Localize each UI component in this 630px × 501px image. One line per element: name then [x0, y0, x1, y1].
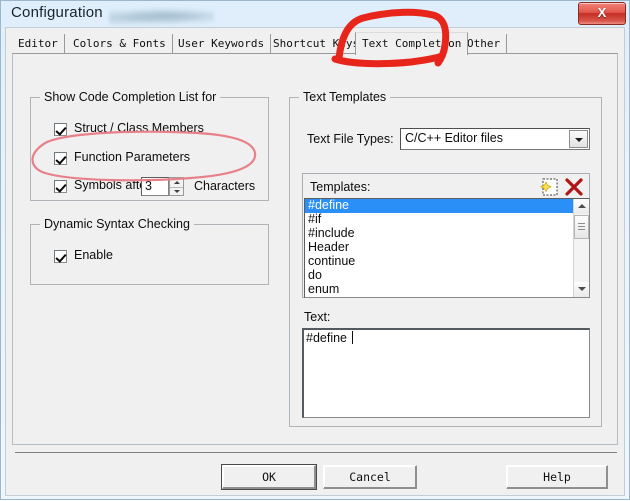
tab-colors-fonts[interactable]: Colors & Fonts [67, 34, 173, 54]
triangle-up-icon [578, 204, 586, 208]
delete-template-icon[interactable] [563, 177, 585, 197]
close-button[interactable]: X [578, 2, 626, 25]
symbols-after-label: Symbols after [74, 178, 151, 192]
triangle-down-icon [578, 287, 586, 291]
text-file-types-value: C/C++ Editor files [405, 131, 503, 145]
enable-syntax-checking-checkbox[interactable] [54, 250, 67, 263]
list-item[interactable]: #define [305, 199, 589, 213]
templates-list-scrollbar[interactable] [573, 199, 589, 297]
struct-class-members-checkbox[interactable] [54, 123, 67, 136]
list-item[interactable]: enum [305, 283, 589, 297]
template-text-content: #define [306, 331, 354, 345]
template-text-editor[interactable]: #define [302, 328, 590, 418]
text-caret [352, 331, 354, 344]
text-file-types-select[interactable]: C/C++ Editor files [400, 128, 590, 150]
tab-shortcut-keys[interactable]: Shortcut Keys [267, 34, 367, 54]
text-label: Text: [304, 310, 331, 324]
list-item[interactable]: #if [305, 213, 589, 227]
grip-icon [578, 223, 585, 224]
list-item[interactable]: continue [305, 255, 589, 269]
struct-class-members-label: Struct / Class Members [74, 121, 204, 135]
chevron-up-icon [174, 181, 180, 184]
show-code-completion-group: Show Code Completion List for Struct / C… [30, 90, 269, 201]
dynamic-syntax-checking-group: Dynamic Syntax Checking Enable [30, 217, 269, 285]
tab-panel-text-completion: Show Code Completion List for Struct / C… [12, 53, 618, 445]
window-title: Configuration [11, 4, 103, 21]
template-text-value: #define [306, 331, 351, 345]
tab-text-completion[interactable]: Text Completion [355, 32, 469, 55]
symbols-after-checkbox[interactable] [54, 180, 67, 193]
symbols-after-stepper-down[interactable] [170, 187, 183, 196]
list-item[interactable]: #include [305, 227, 589, 241]
scroll-up-arrow-icon[interactable] [574, 199, 589, 214]
title-bar: Configuration X [1, 1, 630, 29]
templates-label: Templates: [310, 180, 371, 194]
scrollbar-thumb[interactable] [574, 215, 589, 239]
templates-panel: Templates: #define #if #include Header c… [302, 173, 590, 298]
show-code-completion-group-title: Show Code Completion List for [40, 90, 221, 104]
tab-editor[interactable]: Editor [12, 34, 65, 54]
function-parameters-checkbox[interactable] [54, 152, 67, 165]
text-file-types-label: Text File Types: [307, 132, 394, 146]
chevron-down-icon [174, 190, 180, 193]
list-item[interactable]: Header [305, 241, 589, 255]
configuration-dialog-window: Configuration X Editor Colors & Fonts Us… [0, 0, 630, 500]
symbols-after-suffix-label: Characters [194, 179, 256, 193]
dialog-body: Editor Colors & Fonts User Keywords Shor… [5, 27, 625, 496]
help-button[interactable]: Help [506, 465, 608, 489]
function-parameters-label: Function Parameters [74, 150, 191, 164]
title-watermark [109, 7, 214, 25]
scroll-down-arrow-icon[interactable] [574, 282, 589, 297]
dynamic-syntax-checking-group-title: Dynamic Syntax Checking [40, 217, 194, 231]
tab-user-keywords[interactable]: User Keywords [172, 34, 272, 54]
enable-syntax-checking-label: Enable [74, 248, 113, 262]
tab-strip: Editor Colors & Fonts User Keywords Shor… [12, 32, 617, 55]
symbols-after-stepper[interactable] [169, 177, 184, 196]
list-item[interactable]: do [305, 269, 589, 283]
chevron-down-icon[interactable] [569, 130, 588, 148]
ok-button[interactable]: OK [222, 465, 316, 489]
cancel-button[interactable]: Cancel [323, 465, 417, 489]
text-templates-group-title: Text Templates [299, 90, 391, 104]
text-templates-group: Text Templates Text File Types: C/C++ Ed… [289, 90, 602, 427]
symbols-after-input[interactable]: 3 [141, 177, 169, 196]
templates-list[interactable]: #define #if #include Header continue do … [304, 198, 590, 298]
new-template-icon[interactable] [539, 177, 561, 197]
button-bar-separator [15, 452, 617, 453]
